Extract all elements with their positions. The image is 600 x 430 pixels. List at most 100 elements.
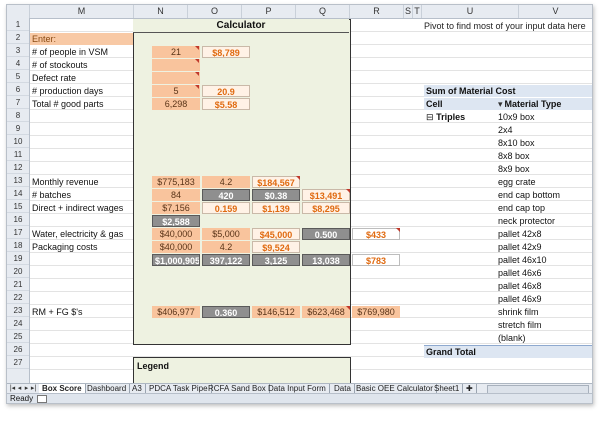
row-header[interactable]: 16 (7, 213, 29, 226)
cell-q15[interactable]: $8,295 (302, 202, 350, 214)
pivot-item[interactable]: end cap bottom (498, 189, 560, 201)
label-rm-fg[interactable]: RM + FG $'s (30, 306, 133, 318)
pivot-item[interactable]: pallet 46x10 (498, 254, 547, 266)
label-packaging[interactable]: Packaging costs (30, 241, 133, 253)
row-header[interactable]: 10 (7, 135, 29, 148)
row-header[interactable]: 12 (7, 161, 29, 174)
col-header-u[interactable]: U (422, 5, 519, 18)
label-good-parts[interactable]: Total # good parts (30, 98, 133, 110)
row-header[interactable]: 2 (7, 31, 29, 44)
cell-o15[interactable]: 0.159 (202, 202, 250, 214)
row-header[interactable]: 25 (7, 330, 29, 343)
pivot-item[interactable]: 8x8 box (498, 150, 530, 162)
cell-o6[interactable]: 20.9 (202, 85, 250, 97)
cell-p13[interactable]: $184,567 (252, 176, 300, 188)
col-header-q[interactable]: Q (296, 5, 350, 18)
pivot-item[interactable]: (blank) (498, 332, 526, 344)
pivot-item[interactable]: neck protector (498, 215, 555, 227)
cell-o7[interactable]: $5.58 (202, 98, 250, 110)
row-header[interactable]: 19 (7, 252, 29, 265)
cell-q19[interactable]: 13,038 (302, 254, 350, 266)
input-people[interactable]: 21 (152, 46, 200, 58)
col-header-v[interactable]: V (519, 5, 592, 18)
cell-o17[interactable]: $5,000 (202, 228, 250, 240)
input-production-days[interactable]: 5 (152, 85, 200, 97)
select-all-corner[interactable] (7, 5, 30, 18)
cell-n13[interactable]: $775,183 (152, 176, 200, 188)
cell-n18[interactable]: $40,000 (152, 241, 200, 253)
cell-q17[interactable]: 0.500 (302, 228, 350, 240)
cell-r23[interactable]: $769,980 (352, 306, 400, 318)
row-header[interactable]: 20 (7, 265, 29, 278)
label-monthly-revenue[interactable]: Monthly revenue (30, 176, 133, 188)
label-wages[interactable]: Direct + indirect wages (30, 202, 133, 214)
pivot-item[interactable]: end cap top (498, 202, 545, 214)
cell-n17[interactable]: $40,000 (152, 228, 200, 240)
row-header[interactable]: 1 (7, 18, 29, 31)
col-header-m[interactable]: M (30, 5, 134, 18)
row-header[interactable]: 23 (7, 304, 29, 317)
row-header[interactable]: 4 (7, 57, 29, 70)
pivot-item[interactable]: pallet 46x8 (498, 280, 542, 292)
collapse-icon[interactable]: ⊟ (426, 112, 434, 122)
cell-p17[interactable]: $45,000 (252, 228, 300, 240)
cell-n19[interactable]: $1,000,905 (152, 254, 200, 266)
label-utilities[interactable]: Water, electricity & gas (30, 228, 133, 240)
pivot-item[interactable]: 10x9 box (498, 111, 535, 123)
pivot-item[interactable]: egg crate (498, 176, 536, 188)
label-defect-rate[interactable]: Defect rate (30, 72, 133, 84)
cell-r17[interactable]: $433 (352, 228, 400, 240)
pivot-item[interactable]: 8x9 box (498, 163, 530, 175)
row-header[interactable]: 3 (7, 44, 29, 57)
pivot-item[interactable]: pallet 42x9 (498, 241, 542, 253)
row-header[interactable]: 5 (7, 70, 29, 83)
row-header[interactable]: 18 (7, 239, 29, 252)
cell-n23[interactable]: $406,977 (152, 306, 200, 318)
cell-o19[interactable]: 397,122 (202, 254, 250, 266)
cell-n14[interactable]: 84 (152, 189, 200, 201)
row-header[interactable]: 26 (7, 343, 29, 356)
cell-p23[interactable]: $146,512 (252, 306, 300, 318)
pivot-item[interactable]: stretch film (498, 319, 542, 331)
pivot-item[interactable]: shrink film (498, 306, 539, 318)
cell-p18[interactable]: $9,524 (252, 241, 300, 253)
cell-q14[interactable]: $13,491 (302, 189, 350, 201)
col-header-n[interactable]: N (134, 5, 188, 18)
cell-o14[interactable]: 420 (202, 189, 250, 201)
col-header-r[interactable]: R (350, 5, 404, 18)
label-batches[interactable]: # batches (30, 189, 133, 201)
input-stockouts[interactable] (152, 59, 200, 71)
pivot-sum-label[interactable]: Sum of Material Cost (424, 85, 592, 97)
input-good-parts[interactable]: 6,298 (152, 98, 200, 110)
row-header[interactable]: 21 (7, 278, 29, 291)
row-header[interactable]: 9 (7, 122, 29, 135)
cell-o3[interactable]: $8,789 (202, 46, 250, 58)
row-header[interactable]: 7 (7, 96, 29, 109)
pivot-cell-header[interactable]: Cell (424, 98, 496, 110)
label-people[interactable]: # of people in VSM (30, 46, 133, 58)
cell-q23[interactable]: $623,468 (302, 306, 350, 318)
label-stockouts[interactable]: # of stockouts (30, 59, 133, 71)
cell-o13[interactable]: 4.2 (202, 176, 250, 188)
enter-label[interactable]: Enter: (30, 33, 133, 45)
cell-n15[interactable]: $7,156 (152, 202, 200, 214)
row-header[interactable]: 6 (7, 83, 29, 96)
row-header[interactable]: 11 (7, 148, 29, 161)
row-header[interactable]: 22 (7, 291, 29, 304)
pivot-group-triples[interactable]: ⊟ Triples (426, 111, 494, 123)
row-header[interactable]: 14 (7, 187, 29, 200)
cell-p15[interactable]: $1,139 (252, 202, 300, 214)
row-header[interactable]: 8 (7, 109, 29, 122)
cell-r19[interactable]: $783 (352, 254, 400, 266)
cell-o18[interactable]: 4.2 (202, 241, 250, 253)
col-header-p[interactable]: P (242, 5, 296, 18)
pivot-item[interactable]: pallet 42x8 (498, 228, 542, 240)
macro-record-icon[interactable] (37, 395, 47, 403)
pivot-table[interactable]: Pivot to find most of your input data he… (424, 19, 592, 384)
cell-p19[interactable]: 3,125 (252, 254, 300, 266)
col-header-t[interactable]: T (413, 5, 422, 18)
cell-p14[interactable]: $0.38 (252, 189, 300, 201)
row-header[interactable]: 15 (7, 200, 29, 213)
pivot-grand-total[interactable]: Grand Total (424, 345, 592, 358)
pivot-item[interactable]: pallet 46x9 (498, 293, 542, 305)
